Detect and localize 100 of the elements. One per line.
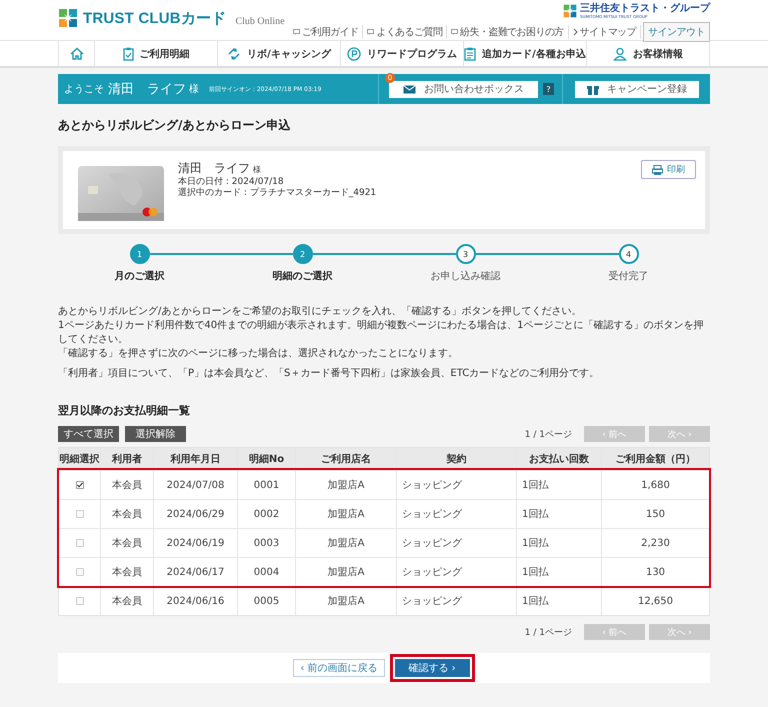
select-all-button[interactable]: すべて選択 xyxy=(58,426,119,442)
table-cell-text: 150 xyxy=(644,508,666,522)
table-cell: 2024/06/29 xyxy=(154,500,238,528)
header-link[interactable]: よくあるご質問 xyxy=(363,25,448,39)
table-cell: 2024/07/08 xyxy=(154,471,238,499)
person-icon xyxy=(613,46,627,60)
step-label: 明細のご選択 xyxy=(272,270,332,283)
table-cell: 0003 xyxy=(238,529,296,557)
nav-tab[interactable]: 追加カード/各種お申込 xyxy=(463,41,586,66)
instruction-text: 1ページあたりカード利用件数で40件までの明細が表示されます。明細が複数ページにわたる場合は、1ページごとに「確認する」のボタンを押してください。 xyxy=(58,319,704,347)
table-cell: ショッピング xyxy=(397,587,517,615)
step-label: 月のご選択 xyxy=(114,270,164,283)
column-header: 明細No xyxy=(238,448,296,470)
nav-tab[interactable]: お客様情報 xyxy=(586,41,710,66)
speech-bubble-icon xyxy=(367,28,374,36)
table-cell: 加盟店A xyxy=(296,529,397,557)
table-cell-text: 12,650 xyxy=(637,594,674,608)
clipboard-icon xyxy=(122,46,134,60)
instruction-text: あとからリボルビング/あとからローンをご希望のお取引にチェックを入れ、「確認する」ボタンを押してください。 xyxy=(58,305,582,319)
table-cell: 0002 xyxy=(238,500,296,528)
confirm-button[interactable]: 確認する › xyxy=(394,659,470,677)
speech-bubble-icon xyxy=(292,28,300,36)
envelope-icon xyxy=(403,84,416,94)
today-date-text: 本日の日付 : 2024/07/18 xyxy=(178,177,285,187)
table-cell: 0004 xyxy=(238,558,296,586)
row-checkbox[interactable] xyxy=(76,481,84,489)
help-button[interactable]: ? xyxy=(543,83,554,95)
welcome-text: ようこそ xyxy=(64,83,104,96)
step-circle: 4 xyxy=(618,244,638,264)
table-cell: 加盟店A xyxy=(296,558,397,586)
group-name: 三井住友トラスト・グループ xyxy=(580,3,710,14)
document-icon xyxy=(464,46,476,60)
honorific: 様 xyxy=(189,82,199,96)
step-label: 受付完了 xyxy=(608,270,648,283)
column-header: 明細選択 xyxy=(59,448,101,470)
back-button[interactable]: ‹ 前の画面に戻る xyxy=(293,659,385,677)
nav-tab[interactable]: リボ/キャッシング xyxy=(217,41,340,66)
inbox-button[interactable]: お問い合わせボックス xyxy=(389,80,538,98)
column-header: ご利用金額（円） xyxy=(614,452,696,467)
table-cell-text: 2,230 xyxy=(640,536,671,550)
table-cell: 加盟店A xyxy=(296,500,397,528)
table-cell: 1回払 xyxy=(517,529,602,557)
step-label: お申し込み確認 xyxy=(430,270,500,283)
header-link[interactable]: サイトマップ xyxy=(568,25,641,39)
logo-icon xyxy=(563,4,577,18)
table-cell: 1回払 xyxy=(517,471,602,499)
table-cell: 1回払 xyxy=(517,587,602,615)
printer-icon xyxy=(652,164,663,174)
header-link[interactable]: 紛失・盗難でお困りの方 xyxy=(447,25,569,39)
section-title: 翌月以降のお支払明細一覧 xyxy=(58,403,191,418)
column-header: ご利用店名 xyxy=(296,448,397,470)
column-header: 利用年月日 xyxy=(154,448,238,470)
table-cell: 2024/06/17 xyxy=(154,558,238,586)
signout-button[interactable]: サインアウト xyxy=(643,22,710,42)
table-cell: 0005 xyxy=(238,587,296,615)
table-cell: ショッピング xyxy=(397,558,517,586)
nav-tab[interactable]: リワードプログラム xyxy=(340,41,463,66)
step-circle: 1 xyxy=(130,244,150,264)
nav-tab[interactable]: ご利用明細 xyxy=(94,41,217,66)
table-cell: 1回払 xyxy=(517,558,602,586)
logo-subtitle: Club Online xyxy=(235,16,285,26)
table-cell: ショッピング xyxy=(397,529,517,557)
column-header: 利用者 xyxy=(101,448,154,470)
table-cell: 0001 xyxy=(238,471,296,499)
table-cell: 2024/06/19 xyxy=(154,529,238,557)
table-cell: 1回払 xyxy=(517,500,602,528)
table-cell-text: 130 xyxy=(644,566,666,580)
table-cell: ショッピング xyxy=(397,500,517,528)
table-cell: ショッピング xyxy=(397,471,517,499)
column-header: お支払い回数 xyxy=(517,448,602,470)
logo-text: TRUST CLUBカード xyxy=(83,8,226,28)
page-title: あとからリボルビング/あとからローン申込 xyxy=(58,117,292,134)
selected-card-text: 選択中のカード : プラチナマスターカード_4921 xyxy=(178,188,376,199)
table-cell: 本会員 xyxy=(101,558,154,586)
table-cell: 加盟店A xyxy=(296,587,397,615)
instruction-text: 「確認する」を押さずに次のページに移った場合は、選択されなかったことになります。 xyxy=(58,347,459,361)
page-indicator: 1 / 1ページ xyxy=(524,428,572,440)
speech-bubble-icon xyxy=(451,28,458,36)
instruction-text: 「利用者」項目について、「P」は本会員など、「S＋カード番号下四桁」は家族会員、ETCカードなどのご利用分です。 xyxy=(58,367,600,381)
logo-icon xyxy=(58,8,78,28)
page-indicator: 1 / 1ページ xyxy=(524,626,572,638)
table-cell: 本会員 xyxy=(101,500,154,528)
column-header: 契約 xyxy=(397,448,517,470)
print-button[interactable]: 印刷 xyxy=(641,160,696,179)
swap-arrows-icon xyxy=(227,46,242,60)
table-cell: 本会員 xyxy=(101,529,154,557)
table-cell: 本会員 xyxy=(101,587,154,615)
step-circle: 2 xyxy=(292,244,312,264)
table-cell: 加盟店A xyxy=(296,471,397,499)
campaign-button[interactable]: キャンペーン登録 xyxy=(575,80,699,98)
step-circle: 3 xyxy=(456,244,476,264)
table-cell-text: 1,680 xyxy=(640,478,671,492)
clear-selection-button[interactable]: 選択解除 xyxy=(125,426,186,442)
customer-name: 清田 ライフ 様 xyxy=(178,160,262,176)
points-icon xyxy=(347,46,361,60)
table-cell: 2024/06/16 xyxy=(154,587,238,615)
home-icon xyxy=(70,47,84,60)
table-cell: 本会員 xyxy=(101,471,154,499)
chevron-icon xyxy=(572,28,578,36)
header-link[interactable]: ご利用ガイド xyxy=(288,25,364,39)
